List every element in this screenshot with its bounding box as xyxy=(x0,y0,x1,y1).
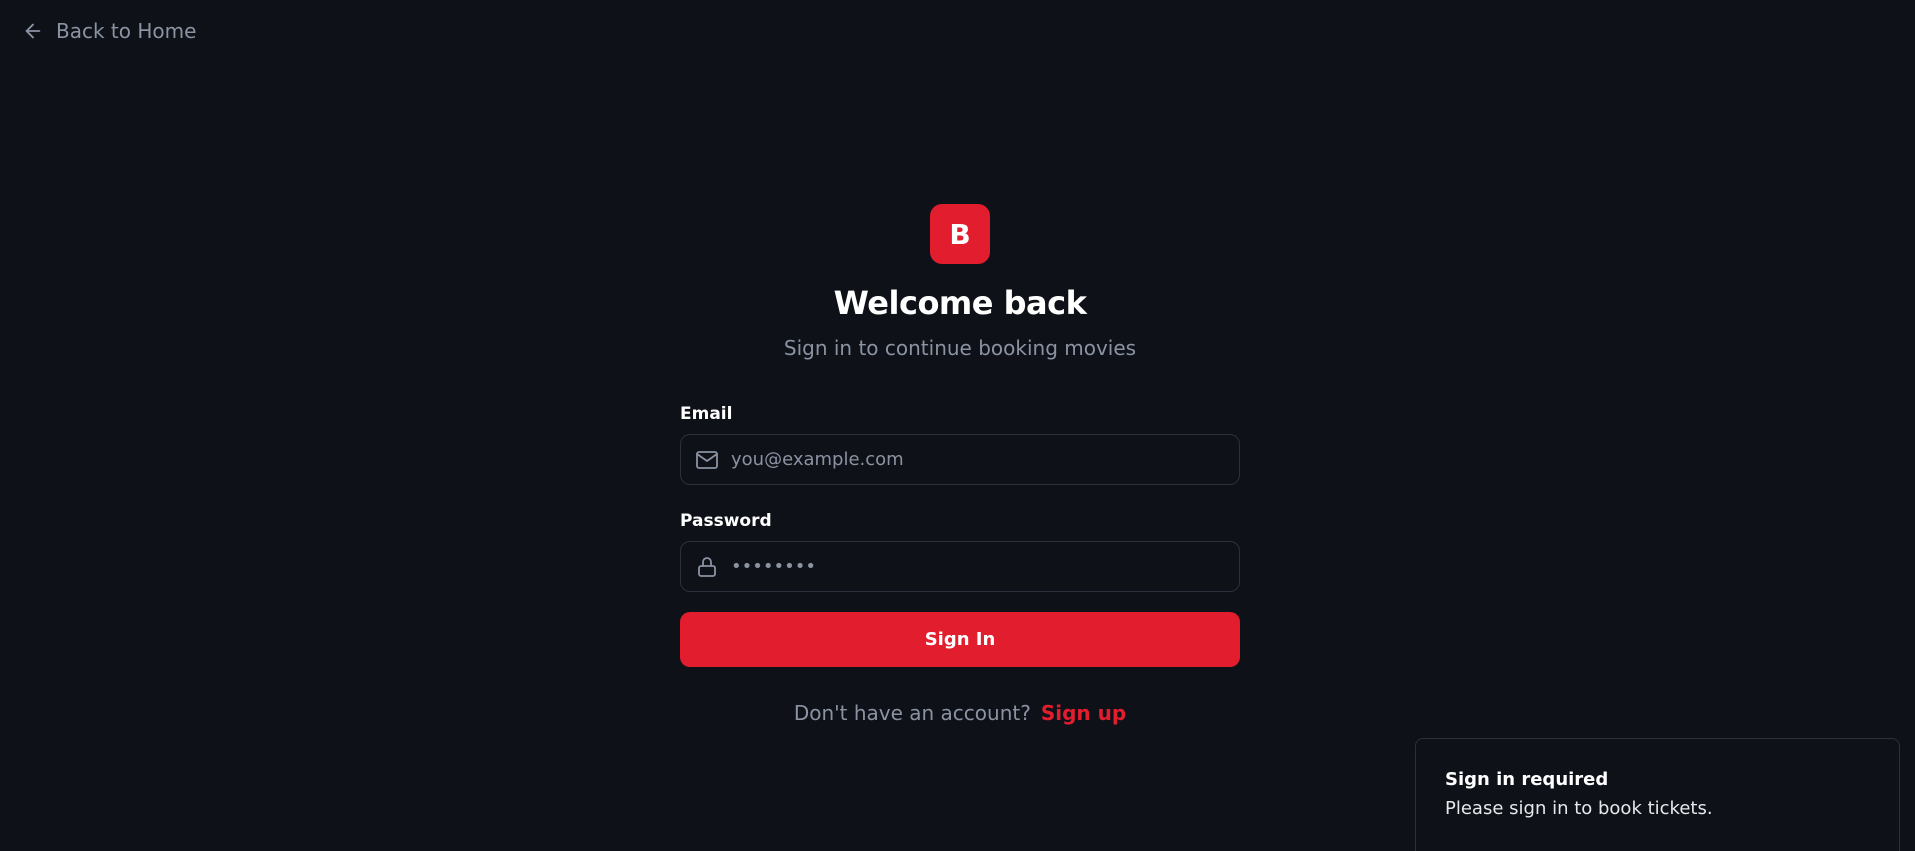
back-to-home-link[interactable]: Back to Home xyxy=(22,19,196,43)
sign-in-page: Back to Home B Welcome back Sign in to c… xyxy=(0,0,1915,851)
password-label: Password xyxy=(680,511,772,531)
password-input[interactable] xyxy=(731,556,1225,577)
page-subtitle: Sign in to continue booking movies xyxy=(783,336,1137,360)
password-input-wrapper xyxy=(680,541,1240,592)
sign-in-form: Email Password xyxy=(680,404,1240,667)
sign-in-required-toast: Sign in required Please sign in to book … xyxy=(1415,738,1900,851)
mail-icon xyxy=(696,450,718,469)
brand-logo: B xyxy=(930,204,990,264)
sign-up-link[interactable]: Sign up xyxy=(1041,701,1126,725)
sign-in-button[interactable]: Sign In xyxy=(680,612,1240,667)
email-field-group: Email xyxy=(680,404,1240,485)
back-to-home-label: Back to Home xyxy=(56,19,197,43)
toast-title: Sign in required xyxy=(1445,769,1609,790)
lock-icon xyxy=(698,556,716,577)
email-label: Email xyxy=(680,404,733,424)
email-input[interactable] xyxy=(731,449,1225,470)
sign-in-panel: B Welcome back Sign in to continue booki… xyxy=(680,204,1240,725)
email-input-wrapper xyxy=(680,434,1240,485)
signup-row: Don't have an account? Sign up xyxy=(794,701,1126,725)
arrow-left-icon xyxy=(25,23,41,39)
toast-message: Please sign in to book tickets. xyxy=(1445,798,1713,819)
password-field-group: Password xyxy=(680,511,1240,592)
signup-prompt: Don't have an account? xyxy=(793,701,1031,725)
page-title: Welcome back xyxy=(833,284,1087,322)
